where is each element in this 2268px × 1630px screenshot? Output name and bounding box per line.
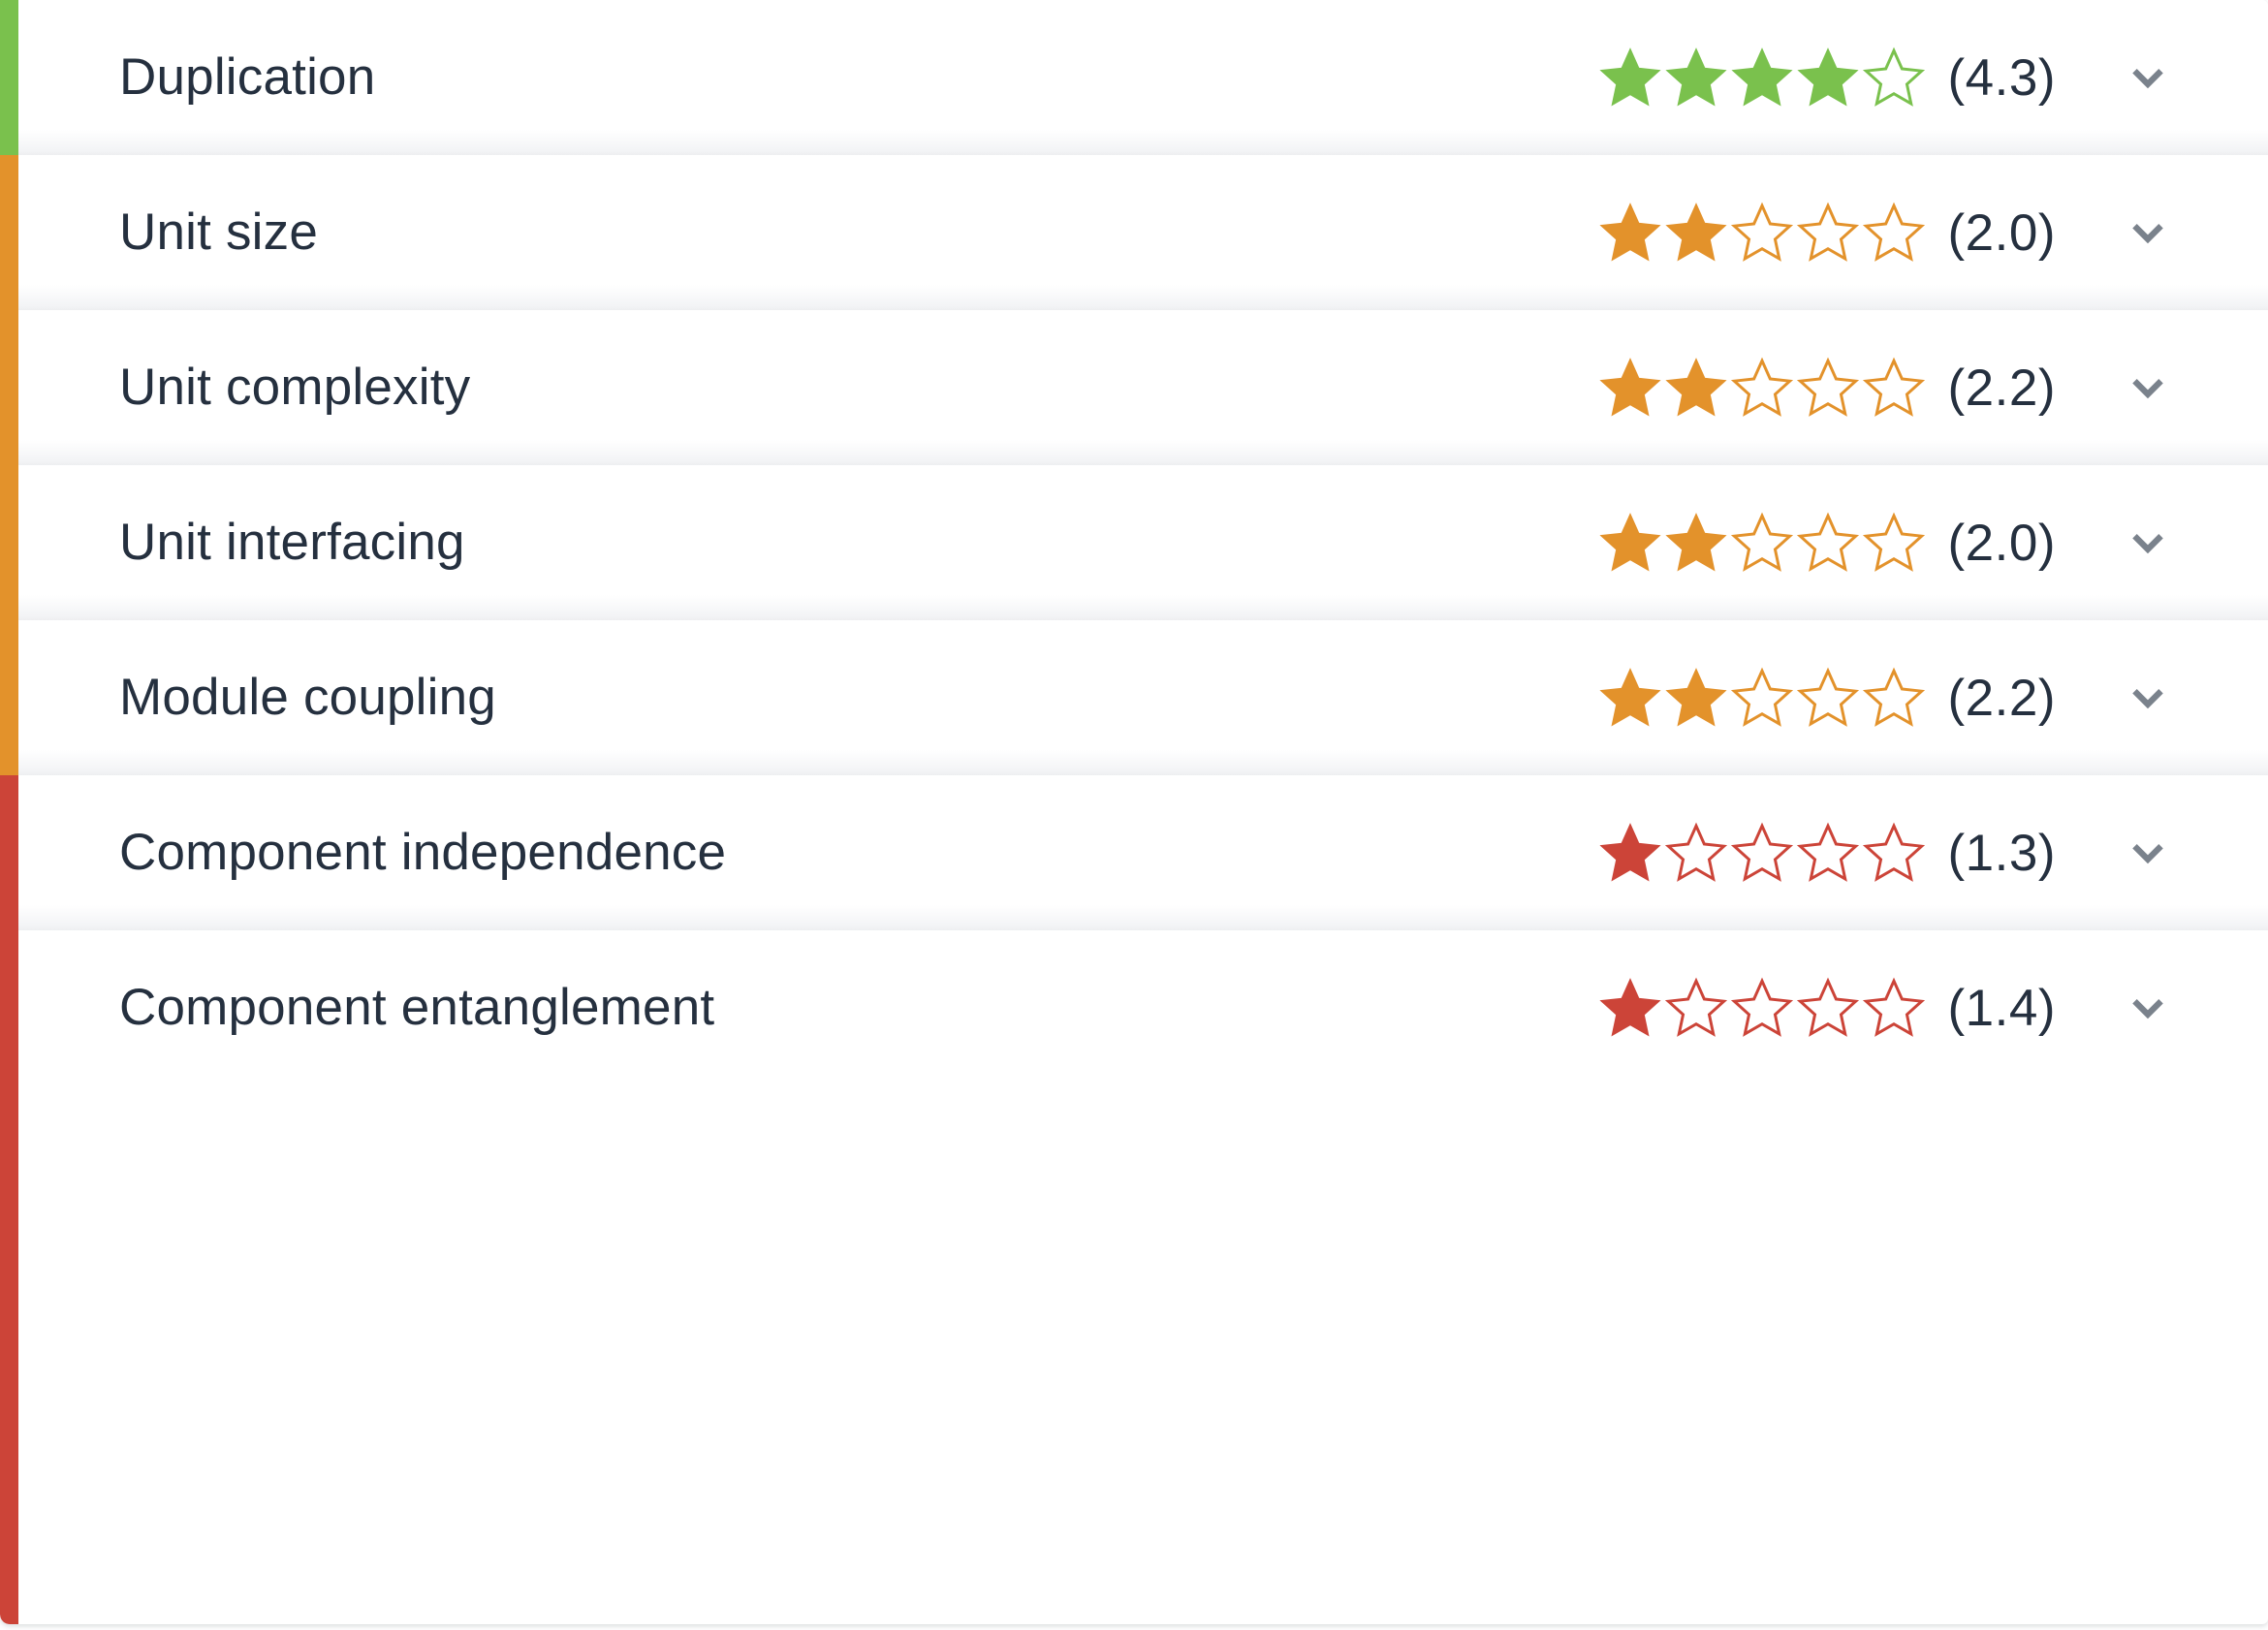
metric-row[interactable]: Duplication (4.3) [0, 0, 2268, 155]
metric-label: Module coupling [119, 669, 496, 727]
star-empty-icon [1862, 977, 1925, 1037]
star-filled-icon [1796, 47, 1859, 107]
star-filled-icon [1598, 203, 1661, 262]
star-filled-icon [1598, 978, 1661, 1037]
metric-label: Unit size [119, 204, 319, 262]
star-empty-icon [1862, 512, 1925, 572]
star-empty-icon [1796, 202, 1859, 262]
metric-label: Component independence [119, 824, 727, 882]
star-filled-icon [1730, 47, 1793, 107]
star-empty-icon [1862, 202, 1925, 262]
star-filled-icon [1664, 358, 1727, 417]
metric-score: (2.0) [1947, 204, 2056, 262]
star-filled-icon [1598, 47, 1661, 107]
row-separator [18, 750, 2268, 775]
star-filled-icon [1598, 668, 1661, 727]
metric-label: Unit interfacing [119, 514, 465, 572]
chevron-down-icon[interactable] [2118, 513, 2178, 573]
star-rating [1597, 820, 1927, 886]
star-filled-icon [1664, 47, 1727, 107]
metric-score: (2.2) [1947, 669, 2056, 727]
star-filled-icon [1664, 203, 1727, 262]
star-filled-icon [1598, 513, 1661, 572]
chevron-down-icon[interactable] [2118, 823, 2178, 883]
star-empty-icon [1862, 357, 1925, 417]
star-empty-icon [1862, 47, 1925, 107]
star-empty-icon [1730, 202, 1793, 262]
star-rating [1597, 355, 1927, 421]
metric-rating-cluster: (2.0) [1597, 184, 2178, 281]
row-separator [18, 440, 2268, 465]
metric-score: (2.0) [1947, 514, 2056, 572]
maintainability-metrics-card: Duplication (4.3) Unit size (2.0) Unit compl… [0, 0, 2268, 1624]
star-rating [1597, 975, 1927, 1041]
row-separator [18, 905, 2268, 930]
star-filled-icon [1598, 358, 1661, 417]
chevron-down-icon[interactable] [2118, 47, 2178, 108]
star-empty-icon [1730, 357, 1793, 417]
star-empty-icon [1664, 977, 1727, 1037]
star-rating [1597, 200, 1927, 266]
metric-label: Duplication [119, 48, 376, 107]
star-empty-icon [1796, 977, 1859, 1037]
metric-rating-cluster: (4.3) [1597, 29, 2178, 126]
star-empty-icon [1796, 357, 1859, 417]
metric-score: (2.2) [1947, 359, 2056, 417]
star-empty-icon [1862, 667, 1925, 727]
star-empty-icon [1796, 822, 1859, 882]
metric-rating-cluster: (1.3) [1597, 804, 2178, 901]
metric-rating-cluster: (1.4) [1597, 959, 2178, 1056]
star-filled-icon [1598, 823, 1661, 882]
row-separator [18, 130, 2268, 155]
metric-row[interactable]: Unit size (2.0) [0, 155, 2268, 310]
metric-row[interactable]: Component independence (1.3) [0, 775, 2268, 930]
metric-row[interactable]: Module coupling (2.2) [0, 620, 2268, 775]
chevron-down-icon[interactable] [2118, 668, 2178, 728]
metric-rating-cluster: (2.0) [1597, 494, 2178, 591]
star-empty-icon [1862, 822, 1925, 882]
star-empty-icon [1664, 822, 1727, 882]
star-filled-icon [1664, 513, 1727, 572]
metric-score: (1.4) [1947, 979, 2056, 1037]
star-empty-icon [1730, 822, 1793, 882]
metric-row[interactable]: Unit interfacing (2.0) [0, 465, 2268, 620]
star-rating [1597, 510, 1927, 576]
metric-row[interactable]: Unit complexity (2.2) [0, 310, 2268, 465]
row-separator [18, 595, 2268, 620]
chevron-down-icon[interactable] [2118, 358, 2178, 418]
metric-label: Unit complexity [119, 359, 471, 417]
star-empty-icon [1796, 512, 1859, 572]
metric-row[interactable]: Component entanglement (1.4) [0, 930, 2268, 1085]
metric-rating-cluster: (2.2) [1597, 649, 2178, 746]
metric-rating-cluster: (2.2) [1597, 339, 2178, 436]
star-rating [1597, 665, 1927, 731]
chevron-down-icon[interactable] [2118, 203, 2178, 263]
star-empty-icon [1796, 667, 1859, 727]
star-empty-icon [1730, 667, 1793, 727]
star-empty-icon [1730, 512, 1793, 572]
row-separator [18, 285, 2268, 310]
metric-score: (4.3) [1947, 48, 2056, 107]
star-filled-icon [1664, 668, 1727, 727]
star-empty-icon [1730, 977, 1793, 1037]
chevron-down-icon[interactable] [2118, 978, 2178, 1038]
metric-score: (1.3) [1947, 824, 2056, 882]
metric-label: Component entanglement [119, 979, 715, 1037]
star-rating [1597, 45, 1927, 110]
metric-rows-list: Duplication (4.3) Unit size (2.0) Unit compl… [0, 0, 2268, 1624]
